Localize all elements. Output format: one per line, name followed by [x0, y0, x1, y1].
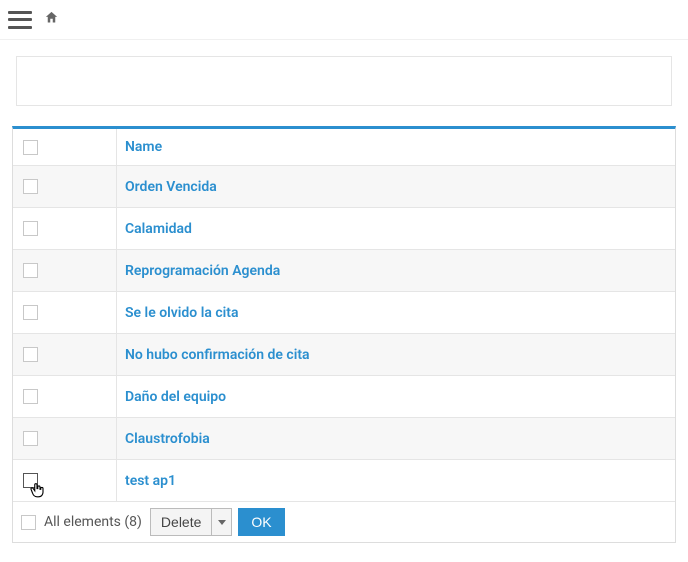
all-elements-label: All elements (8) — [44, 514, 142, 530]
row-checkbox[interactable] — [23, 179, 38, 194]
row-name-link[interactable]: test ap1 — [125, 473, 176, 489]
delete-button[interactable]: Delete — [150, 508, 212, 536]
row-name-link[interactable]: Reprogramación Agenda — [125, 263, 280, 279]
select-all-checkbox[interactable] — [23, 140, 38, 155]
row-name-link[interactable]: Calamidad — [125, 221, 192, 237]
table-row: Orden Vencida — [13, 165, 675, 207]
table-row: test ap1 — [13, 459, 675, 501]
table-row: Calamidad — [13, 207, 675, 249]
row-name-link[interactable]: No hubo confirmación de cita — [125, 347, 310, 363]
menu-icon[interactable] — [8, 11, 32, 29]
row-name-link[interactable]: Daño del equipo — [125, 389, 226, 405]
top-bar — [0, 0, 688, 40]
row-checkbox[interactable] — [23, 431, 38, 446]
row-name-link[interactable]: Orden Vencida — [125, 179, 217, 195]
table-header-row: Name — [13, 129, 675, 165]
table-row: No hubo confirmación de cita — [13, 333, 675, 375]
delete-dropdown-toggle[interactable] — [212, 508, 232, 536]
row-checkbox[interactable] — [23, 389, 38, 404]
table-row: Claustrofobia — [13, 417, 675, 459]
ok-button[interactable]: OK — [238, 508, 284, 536]
row-name-link[interactable]: Se le olvido la cita — [125, 305, 239, 321]
delete-split-button: Delete — [150, 508, 232, 536]
table-row: Reprogramación Agenda — [13, 249, 675, 291]
row-checkbox[interactable] — [23, 473, 38, 488]
table-row: Daño del equipo — [13, 375, 675, 417]
home-icon[interactable] — [44, 10, 59, 29]
data-table: Name Orden Vencida Calamidad Reprogramac… — [12, 126, 676, 543]
table-footer: All elements (8) Delete OK — [13, 501, 675, 542]
chevron-down-icon — [218, 520, 226, 525]
footer-select-all-checkbox[interactable] — [21, 515, 36, 530]
row-checkbox[interactable] — [23, 221, 38, 236]
row-checkbox[interactable] — [23, 263, 38, 278]
table-row: Se le olvido la cita — [13, 291, 675, 333]
row-name-link[interactable]: Claustrofobia — [125, 431, 210, 447]
column-header-name[interactable]: Name — [117, 129, 675, 165]
filter-panel — [16, 56, 672, 106]
row-checkbox[interactable] — [23, 347, 38, 362]
row-checkbox[interactable] — [23, 305, 38, 320]
